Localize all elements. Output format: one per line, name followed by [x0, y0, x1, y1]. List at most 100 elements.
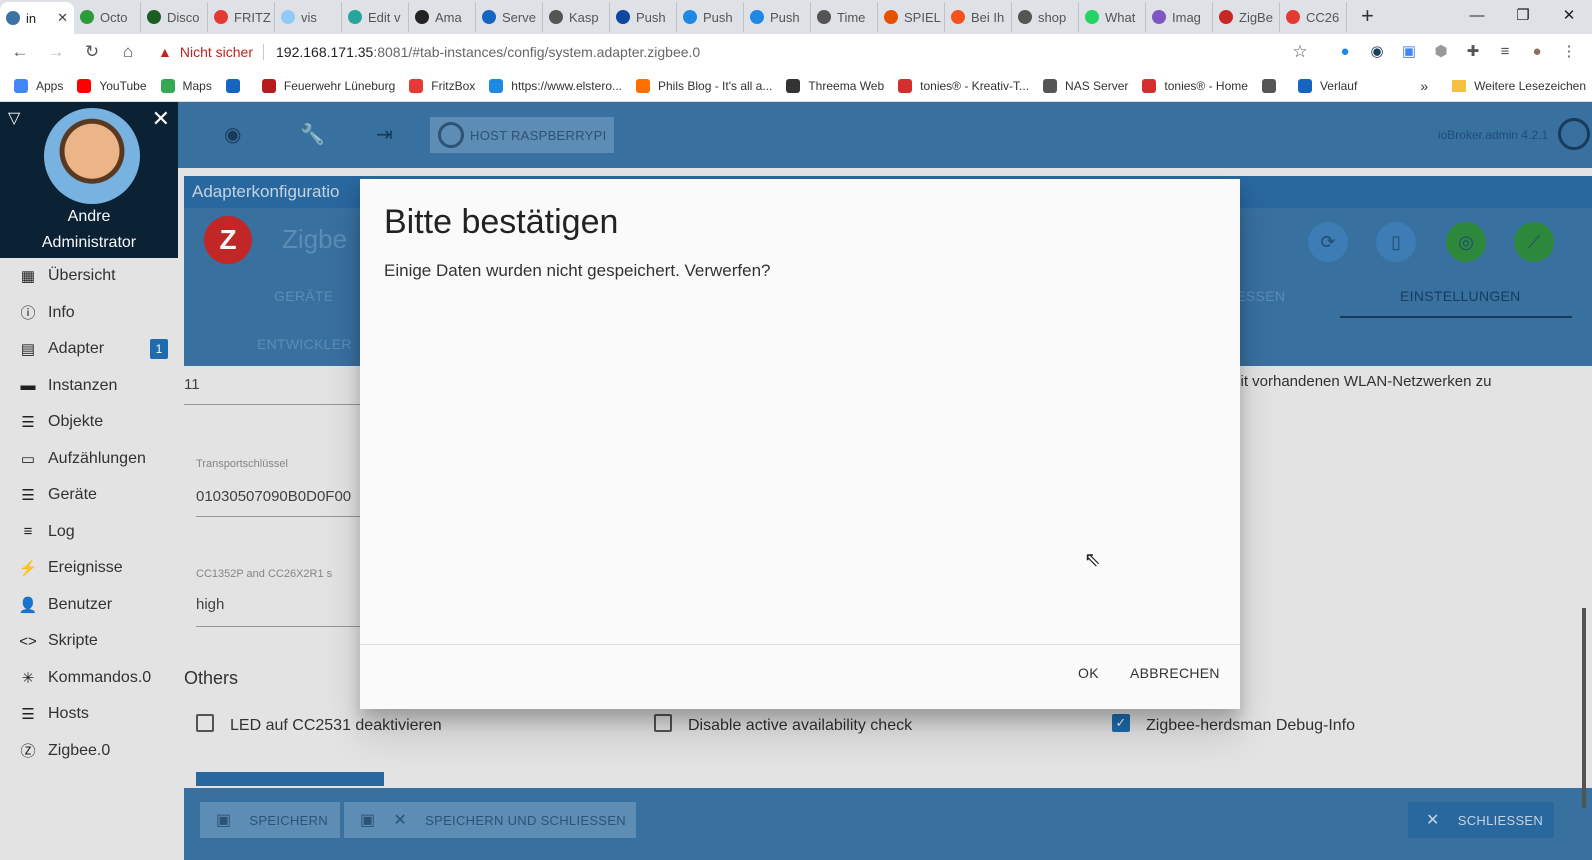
bookmark-favicon-icon [1261, 78, 1276, 93]
browser-tab[interactable]: Push [677, 2, 744, 32]
browser-tab[interactable]: Disco [141, 2, 208, 32]
back-icon[interactable]: ← [4, 42, 36, 62]
bookmark-item[interactable]: Feuerwehr Lüneburg [261, 78, 395, 93]
home-icon[interactable]: ⌂ [112, 42, 144, 62]
translate-extension-icon[interactable]: ▣ [1400, 42, 1418, 60]
browser-tab[interactable]: FRITZ [208, 2, 275, 32]
bookmark-item[interactable]: Maps [160, 78, 212, 93]
tab-title: Push [770, 9, 800, 25]
tab-favicon-icon [1085, 10, 1099, 24]
bookmark-item[interactable]: tonies® - Home [1142, 78, 1248, 93]
bookmark-item[interactable]: Phils Blog - It's all a... [636, 78, 773, 93]
tab-close-icon[interactable]: ✕ [57, 10, 68, 26]
bookmark-label: Verlauf [1319, 78, 1358, 93]
tab-favicon-icon [1286, 10, 1300, 24]
reload-icon[interactable]: ↻ [76, 42, 108, 62]
browser-tab[interactable]: SPIEL [878, 2, 945, 32]
browser-tab[interactable]: shop [1012, 2, 1079, 32]
browser-tab[interactable]: Push [744, 2, 811, 32]
bookmark-label: Apps [36, 78, 64, 93]
tab-favicon-icon [214, 10, 228, 24]
bookmark-item[interactable]: NAS Server [1043, 78, 1129, 93]
reading-list-icon[interactable]: ≡ [1496, 42, 1514, 60]
browser-tab[interactable]: ZigBe [1213, 2, 1280, 32]
omnibox[interactable]: ▲ Nicht sicher 192.168.171.35:8081/#tab-… [158, 44, 1318, 60]
bookmark-item[interactable]: FritzBox [409, 78, 475, 93]
window-controls: — ❐ ✕ [1454, 0, 1592, 30]
tab-title: What [1105, 9, 1136, 25]
browser-tab[interactable]: Ama [409, 2, 476, 32]
bookmark-item[interactable]: Verlauf [1297, 78, 1358, 93]
browser-tab[interactable]: Push [610, 2, 677, 32]
chat-extension-icon[interactable]: ● [1336, 42, 1354, 60]
tab-favicon-icon [683, 10, 697, 24]
puzzle-icon[interactable]: ✚ [1464, 42, 1482, 60]
profile-avatar-icon[interactable]: ● [1528, 42, 1546, 60]
tab-title: Serve [502, 9, 536, 25]
bookmark-favicon-icon [14, 78, 28, 93]
bookmark-favicon-icon [898, 78, 913, 93]
bookmark-favicon-icon [1142, 78, 1157, 93]
tab-title: Octo [100, 9, 128, 25]
bookmark-label: https://www.elstero... [511, 78, 622, 93]
bookmark-label: NAS Server [1065, 78, 1129, 93]
tab-title: Time [837, 9, 866, 25]
dialog-message: Einige Daten wurden nicht gespeichert. V… [384, 261, 771, 280]
bookmark-item[interactable]: tonies® - Kreativ-T... [898, 78, 1030, 93]
warning-icon: ▲ [158, 44, 172, 60]
browser-tab[interactable]: CC26 [1280, 2, 1347, 32]
browser-tab-strip: in ✕ Octo Disco FRITZ vis Edit v Ama Serve Kasp Pu… [0, 0, 1592, 34]
dialog-title: Bitte bestätigen [384, 203, 619, 241]
browser-tab[interactable]: What [1079, 2, 1146, 32]
bookmark-item[interactable]: Threema Web [786, 78, 885, 93]
url-host: 192.168.171.35 [276, 44, 374, 60]
tab-title: in [26, 10, 37, 26]
tab-title: Edit v [368, 9, 401, 25]
browser-tab[interactable]: Imag [1146, 2, 1213, 32]
bookmark-item[interactable]: https://www.elstero... [489, 78, 622, 93]
browser-tab[interactable]: Serve [476, 2, 543, 32]
bookmark-favicon-icon [1043, 78, 1058, 93]
confirm-dialog: Bitte bestätigen Einige Daten wurden nic… [360, 179, 1240, 709]
browser-tab[interactable]: Edit v [342, 2, 409, 32]
tab-favicon-icon [1219, 10, 1233, 24]
folder-icon [1452, 80, 1467, 92]
tab-title: Kasp [569, 9, 599, 25]
shield-extension-icon[interactable]: ⬢ [1432, 42, 1450, 60]
forward-icon[interactable]: → [40, 42, 72, 62]
ok-button[interactable]: OK [1078, 665, 1099, 681]
bookmark-item[interactable] [1261, 78, 1284, 93]
browser-tab[interactable]: vis [275, 2, 342, 32]
url-text[interactable]: 192.168.171.35:8081/#tab-instances/confi… [276, 44, 700, 60]
security-status[interactable]: Nicht sicher [180, 44, 264, 60]
browser-tab[interactable]: Time [811, 2, 878, 32]
more-bookmarks-button[interactable]: » [1420, 78, 1428, 94]
bookmark-label: Phils Blog - It's all a... [658, 78, 773, 93]
bookmarks-bar: Apps YouTube Maps Feuerwehr Lüneburg FritzBo… [0, 70, 1592, 102]
cancel-button[interactable]: ABBRECHEN [1130, 665, 1220, 681]
bookmark-favicon-icon [409, 78, 424, 93]
other-bookmarks-link[interactable]: Weitere Lesezeichen [1474, 79, 1586, 93]
restore-button[interactable]: ❐ [1500, 0, 1546, 30]
bookmark-item[interactable]: Apps [14, 78, 64, 93]
browser-tab[interactable]: Octo [74, 2, 141, 32]
close-window-button[interactable]: ✕ [1546, 0, 1592, 30]
password-extension-icon[interactable]: ◉ [1368, 42, 1386, 60]
browser-menu-icon[interactable]: ⋮ [1560, 42, 1578, 60]
bookmark-label: tonies® - Kreativ-T... [920, 78, 1030, 93]
tab-favicon-icon [147, 10, 161, 24]
bookmark-star-icon[interactable]: ☆ [1284, 42, 1316, 62]
tab-title: CC26 [1306, 9, 1340, 25]
browser-tab[interactable]: Bei Ih [945, 2, 1012, 32]
new-tab-button[interactable]: + [1361, 3, 1374, 29]
mouse-cursor-icon: ⇖ [1084, 549, 1101, 571]
minimize-button[interactable]: — [1454, 0, 1500, 30]
bookmarks-right: » Weitere Lesezeichen [1420, 70, 1586, 102]
browser-tab[interactable]: in ✕ [0, 2, 74, 34]
tab-favicon-icon [281, 10, 295, 24]
dialog-divider [360, 644, 1240, 645]
bookmark-item[interactable]: YouTube [77, 78, 147, 93]
bookmark-item[interactable] [225, 78, 248, 93]
bookmark-label: Threema Web [808, 78, 885, 93]
browser-tab[interactable]: Kasp [543, 2, 610, 32]
